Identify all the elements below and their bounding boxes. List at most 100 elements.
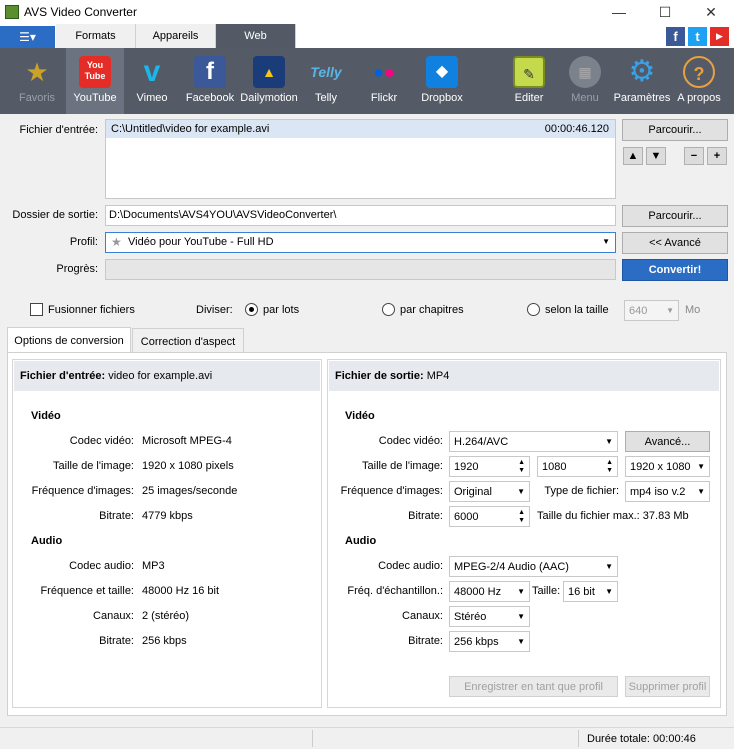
profile-label: Profil:	[69, 236, 98, 248]
tab-web[interactable]: Web	[216, 24, 296, 48]
category-tabs: ☰▾ Formats Appareils Web f t ▶	[0, 24, 734, 48]
facebook-icon[interactable]: f	[666, 27, 685, 46]
menu-button[interactable]: ▦ Menu	[558, 48, 612, 114]
youtube-button[interactable]: You Tube YouTube	[66, 48, 124, 114]
settings-button[interactable]: ⚙ Paramètres	[612, 48, 672, 114]
divide-label: Diviser:	[196, 304, 233, 316]
move-down-button[interactable]: ▼	[646, 147, 666, 165]
video-advanced-button[interactable]: Avancé...	[625, 431, 710, 452]
by-chapters-radio[interactable]	[382, 303, 395, 316]
merge-files-label: Fusionner fichiers	[48, 304, 135, 316]
star-icon: ★	[25, 57, 49, 87]
profile-value: Vidéo pour YouTube - Full HD	[128, 236, 274, 248]
input-file-row[interactable]: C:\Untitled\video for example.avi 00:00:…	[106, 120, 615, 138]
total-duration: Durée totale: 00:00:46	[587, 733, 696, 745]
chevron-down-icon: ▼	[602, 237, 610, 246]
about-button[interactable]: ? A propos	[672, 48, 726, 114]
size-unit: Mo	[685, 304, 701, 316]
input-framerate-value: 25 images/seconde	[142, 485, 238, 497]
audio-bitrate-select[interactable]: 256 kbps ▼	[449, 631, 530, 652]
bitrate-stepper[interactable]: 6000 ▲ ▼	[449, 506, 530, 527]
audio-codec-select[interactable]: MPEG-2/4 Audio (AAC) ▼	[449, 556, 618, 577]
title-bar: AVS Video Converter — ☐ ✕	[0, 0, 734, 24]
flickr-button[interactable]: ●● Flickr	[358, 48, 410, 114]
twitter-icon[interactable]: t	[688, 27, 707, 46]
height-stepper[interactable]: 1080 ▲ ▼	[537, 456, 618, 477]
youtube-social-icon[interactable]: ▶	[710, 27, 729, 46]
framerate-select[interactable]: Original ▼	[449, 481, 530, 502]
spin-down-icon[interactable]: ▼	[518, 467, 525, 475]
profile-select[interactable]: ★ Vidéo pour YouTube - Full HD ▼	[105, 232, 616, 253]
video-codec-select[interactable]: H.264/AVC ▼	[449, 431, 618, 452]
chevron-down-icon: ▼	[605, 437, 613, 446]
file-type-label: Type de fichier:	[544, 485, 619, 497]
edit-button[interactable]: ✎ Editer	[502, 48, 556, 114]
save-profile-button[interactable]: Enregistrer en tant que profil	[449, 676, 618, 697]
bit-size-select[interactable]: 16 bit ▼	[563, 581, 618, 602]
spin-up-icon[interactable]: ▲	[606, 459, 613, 467]
by-chapters-label: par chapitres	[400, 304, 464, 316]
output-settings-panel: Fichier de sortie: MP4	[327, 359, 721, 708]
advanced-toggle-button[interactable]: << Avancé	[622, 232, 728, 254]
status-divider	[578, 730, 579, 747]
menu-disc-icon: ▦	[569, 56, 601, 88]
spin-up-icon[interactable]: ▲	[518, 509, 525, 517]
delete-profile-button[interactable]: Supprimer profil	[625, 676, 710, 697]
output-folder-field[interactable]: D:\Documents\AVS4YOU\AVSVideoConverter\	[105, 205, 616, 226]
channels-select[interactable]: Stéréo ▼	[449, 606, 530, 627]
tab-conversion-options[interactable]: Options de conversion	[7, 327, 131, 353]
convert-button[interactable]: Convertir!	[622, 259, 728, 281]
audio-bitrate-label: Bitrate:	[408, 635, 443, 647]
input-sample-label: Fréquence et taille:	[40, 585, 134, 597]
dropbox-button[interactable]: ◆ Dropbox	[414, 48, 470, 114]
move-up-button[interactable]: ▲	[623, 147, 643, 165]
size-select[interactable]: 640 ▼	[624, 300, 679, 321]
vimeo-icon: v	[143, 55, 161, 88]
main-menu-button[interactable]: ☰▾	[0, 26, 55, 48]
input-file-list[interactable]: C:\Untitled\video for example.avi 00:00:…	[105, 119, 616, 199]
audio-codec-label: Codec audio:	[378, 560, 443, 572]
dailymotion-button[interactable]: ▲ Dailymotion	[238, 48, 300, 114]
vimeo-button[interactable]: v Vimeo	[124, 48, 180, 114]
spin-up-icon[interactable]: ▲	[518, 459, 525, 467]
dropbox-icon: ◆	[426, 56, 458, 88]
width-stepper[interactable]: 1920 ▲ ▼	[449, 456, 530, 477]
dailymotion-icon: ▲	[253, 56, 285, 88]
minimize-button[interactable]: —	[596, 0, 642, 24]
favorites-button[interactable]: ★ Favoris	[8, 48, 66, 114]
input-video-codec-value: Microsoft MPEG-4	[142, 435, 232, 447]
by-size-label: selon la taille	[545, 304, 609, 316]
output-audio-section: Audio	[345, 535, 377, 547]
star-icon: ★	[111, 235, 122, 249]
spin-down-icon[interactable]: ▼	[518, 517, 525, 525]
tab-aspect-correction[interactable]: Correction d'aspect	[132, 328, 244, 353]
file-type-select[interactable]: mp4 iso v.2 ▼	[625, 481, 710, 502]
chevron-down-icon: ▼	[517, 637, 525, 646]
arrow-up-icon: ▲	[627, 150, 639, 162]
browse-output-button[interactable]: Parcourir...	[622, 205, 728, 227]
add-file-button[interactable]: +	[707, 147, 727, 165]
by-size-radio[interactable]	[527, 303, 540, 316]
tab-devices[interactable]: Appareils	[136, 24, 216, 48]
by-batch-label: par lots	[263, 304, 300, 316]
browse-input-button[interactable]: Parcourir...	[622, 119, 728, 141]
close-button[interactable]: ✕	[688, 0, 734, 24]
question-icon: ?	[683, 56, 715, 88]
facebook-button[interactable]: f Facebook	[182, 48, 238, 114]
minus-icon: −	[690, 150, 698, 162]
tab-formats[interactable]: Formats	[56, 24, 136, 48]
spin-down-icon[interactable]: ▼	[606, 467, 613, 475]
maximize-button[interactable]: ☐	[642, 0, 688, 24]
input-audio-codec-label: Codec audio:	[69, 560, 134, 572]
merge-files-checkbox[interactable]	[30, 303, 43, 316]
input-bitrate-value: 4779 kbps	[142, 510, 193, 522]
bitrate-label: Bitrate:	[408, 510, 443, 522]
progress-label: Progrès:	[56, 263, 98, 275]
remove-file-button[interactable]: −	[684, 147, 704, 165]
input-audio-bitrate-label: Bitrate:	[99, 635, 134, 647]
telly-button[interactable]: Telly Telly	[300, 48, 352, 114]
framerate-label: Fréquence d'images:	[340, 485, 443, 497]
by-batch-radio[interactable]	[245, 303, 258, 316]
sample-rate-select[interactable]: 48000 Hz ▼	[449, 581, 530, 602]
frame-size-preset-select[interactable]: 1920 x 1080 ▼	[625, 456, 710, 477]
